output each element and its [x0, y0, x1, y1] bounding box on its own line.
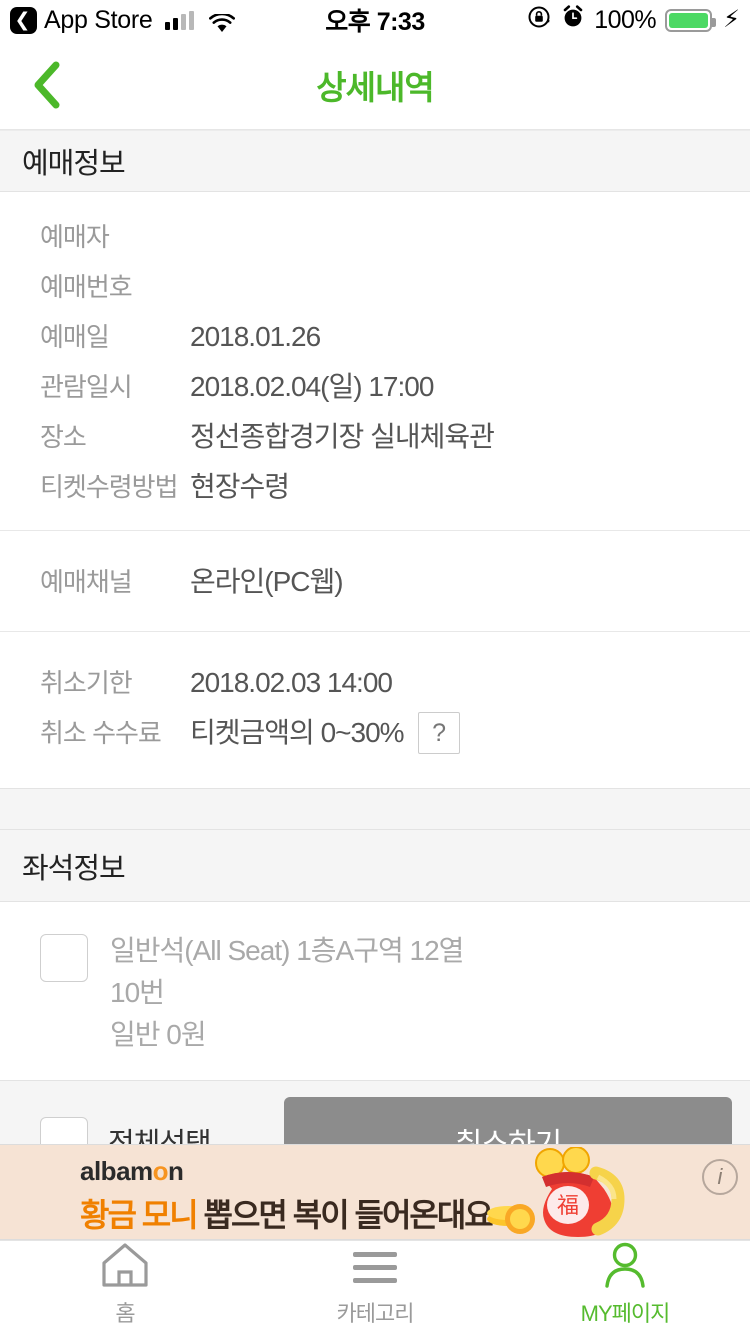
back-button[interactable]: [12, 40, 82, 130]
row-value: 정선종합경기장 실내체육관: [190, 421, 495, 452]
person-icon: [601, 1242, 649, 1288]
page-title: 상세내역: [316, 68, 434, 106]
chevron-left-icon: [34, 61, 60, 109]
row-label: 티켓수령방법: [40, 472, 179, 502]
info-row-booking-channel: 예매채널 온라인(PC웹): [0, 557, 750, 607]
navigation-bar: 상세내역: [0, 40, 750, 130]
bottom-tab-bar: 홈 카테고리 MY페이지: [0, 1240, 750, 1334]
ad-brand-post: n: [168, 1156, 184, 1186]
info-row-booking-number: 예매번호: [0, 262, 750, 312]
info-row-booking-date: 예매일 2018.01.26: [0, 312, 750, 362]
tab-label: 카테고리: [336, 1300, 415, 1326]
seat-line-1: 일반석(All Seat) 1층A구역 12열: [110, 935, 464, 966]
ad-info-icon[interactable]: i: [702, 1159, 738, 1195]
section-title: 좌석정보: [22, 852, 126, 885]
status-bar-clock: 오후 7:33: [325, 8, 425, 36]
row-label: 취소 수수료: [40, 718, 162, 748]
seat-checkbox[interactable]: [40, 934, 88, 982]
info-row-event-datetime: 관람일시 2018.02.04(일) 17:00: [0, 362, 750, 412]
booking-group-2: 예매채널 온라인(PC웹): [0, 531, 750, 631]
row-label: 예매자: [40, 222, 110, 252]
row-value: 온라인(PC웹): [190, 566, 344, 597]
battery-icon: [665, 8, 717, 32]
booking-group-1: 예매자 예매번호 예매일 2018.01.26 관람일시 2018.02.04(…: [0, 192, 750, 530]
seat-list-item[interactable]: 일반석(All Seat) 1층A구역 12열 10번 일반 0원: [0, 902, 750, 1080]
row-label: 예매번호: [40, 272, 133, 302]
ad-copy-rest: 뽑으면 복이 들어온대요: [196, 1197, 494, 1233]
section-header-booking: 예매정보: [0, 130, 750, 192]
seat-line-2: 10번: [110, 977, 165, 1008]
section-gap: [0, 788, 750, 830]
hamburger-icon: [353, 1248, 397, 1288]
row-value: 2018.02.04(일) 17:00: [190, 371, 434, 402]
row-label: 예매채널: [40, 567, 133, 597]
cancel-fee-help-button[interactable]: ?: [417, 712, 460, 754]
row-value: 티켓금액의 0~30%: [190, 717, 405, 748]
row-value: 현장수령: [190, 471, 290, 502]
row-value: 2018.02.03 14:00: [190, 667, 393, 698]
row-label: 관람일시: [40, 372, 133, 402]
info-row-ticket-delivery: 티켓수령방법 현장수령: [0, 462, 750, 512]
tab-label: 홈: [115, 1300, 135, 1326]
seat-detail-text: 일반석(All Seat) 1층A구역 12열 10번 일반 0원: [110, 930, 464, 1056]
tab-label: MY페이지: [580, 1300, 671, 1326]
ad-banner[interactable]: albamon 황금 모니 뽑으면 복이 들어온대요 福 i: [0, 1144, 750, 1240]
home-icon: [99, 1242, 151, 1288]
row-label: 장소: [40, 422, 87, 452]
info-row-cancel-deadline: 취소기한 2018.02.03 14:00: [0, 658, 750, 708]
ad-copy-highlight: 황금 모니: [80, 1197, 199, 1233]
ad-text-block: albamon 황금 모니 뽑으면 복이 들어온대요: [80, 1156, 494, 1236]
booking-info-panel: 예매자 예매번호 예매일 2018.01.26 관람일시 2018.02.04(…: [0, 192, 750, 788]
seat-info-panel: 일반석(All Seat) 1층A구역 12열 10번 일반 0원: [0, 902, 750, 1080]
tab-mypage[interactable]: MY페이지: [500, 1241, 750, 1334]
ad-brand-logo: albamon: [80, 1156, 492, 1187]
booking-group-3: 취소기한 2018.02.03 14:00 취소 수수료 티켓금액의 0~30%…: [0, 632, 750, 788]
row-label: 취소기한: [40, 668, 133, 698]
section-header-seat: 좌석정보: [0, 830, 750, 902]
ad-brand-o: o: [152, 1156, 169, 1186]
app-screen: ❮ App Store 오후 7:33 100% ⚡ 상세내역 예매정보 예매자…: [0, 0, 750, 1334]
row-value-wrap: 티켓금액의 0~30% ?: [190, 708, 460, 758]
section-title: 예매정보: [22, 148, 126, 180]
tab-home[interactable]: 홈: [0, 1241, 250, 1334]
row-label: 예매일: [40, 322, 110, 352]
info-row-venue: 장소 정선종합경기장 실내체육관: [0, 412, 750, 462]
ad-brand-pre: albam: [80, 1156, 153, 1186]
seat-line-3: 일반 0원: [110, 1019, 207, 1050]
status-bar: ❮ App Store 오후 7:33 100% ⚡: [0, 0, 750, 40]
content-area: 예매정보 예매자 예매번호 예매일 2018.01.26 관람일시 2018.0…: [0, 130, 750, 1200]
info-row-cancel-fee: 취소 수수료 티켓금액의 0~30% ?: [0, 708, 750, 758]
info-row-booker: 예매자: [0, 212, 750, 262]
row-value: 2018.01.26: [190, 321, 321, 352]
money-bag-icon: 福: [484, 1146, 654, 1239]
ad-copy: 황금 모니 뽑으면 복이 들어온대요: [80, 1190, 494, 1236]
tab-category[interactable]: 카테고리: [250, 1241, 500, 1334]
fortune-character: 福: [557, 1194, 579, 1219]
